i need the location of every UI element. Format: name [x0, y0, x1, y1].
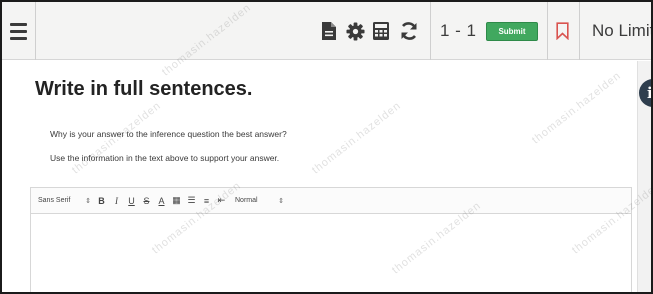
- calculator-icon[interactable]: [370, 20, 392, 42]
- answer-editor: Sans Serif ⇕ B I U S A ▦ ☰ ≡ ⇤ Normal ⇕: [30, 187, 632, 292]
- prompt-text: Use the information in the text above to…: [50, 153, 280, 163]
- font-family-select[interactable]: Sans Serif: [38, 188, 82, 214]
- question-range: 1 - 1: [440, 21, 477, 40]
- select-arrows-icon: ⇕: [85, 197, 91, 205]
- indent-button[interactable]: ⇤: [214, 188, 229, 214]
- editor-toolbar: Sans Serif ⇕ B I U S A ▦ ☰ ≡ ⇤ Normal ⇕: [31, 188, 631, 214]
- menu-button[interactable]: [2, 2, 36, 60]
- image-button[interactable]: ▦: [169, 188, 184, 214]
- select-arrows-icon: ⇕: [278, 197, 284, 205]
- gear-icon[interactable]: [344, 20, 366, 42]
- prompt-text: Why is your answer to the inference ques…: [50, 129, 287, 139]
- page-title: Write in full sentences.: [35, 78, 253, 100]
- toolbar-divider: [579, 2, 580, 60]
- bullet-list-button[interactable]: ≡: [199, 188, 214, 214]
- italic-button[interactable]: I: [109, 188, 124, 214]
- text-color-button[interactable]: A: [154, 188, 169, 214]
- document-icon[interactable]: [319, 20, 339, 42]
- font-size-select[interactable]: Normal: [235, 188, 275, 214]
- toolbar-divider: [547, 2, 548, 60]
- menu-icon-bar: [10, 22, 27, 26]
- answer-textarea[interactable]: [31, 214, 631, 292]
- app-frame: 1 - 1 Submit No Limit Write in full sent…: [0, 0, 653, 294]
- ordered-list-button[interactable]: ☰: [184, 188, 199, 214]
- bold-button[interactable]: B: [94, 188, 109, 214]
- time-limit-label: No Limit: [592, 21, 653, 40]
- submit-button[interactable]: Submit: [486, 22, 538, 41]
- strikethrough-button[interactable]: S: [139, 188, 154, 214]
- menu-icon-bar: [10, 36, 27, 40]
- question-content: Write in full sentences. Why is your ans…: [2, 61, 651, 292]
- toolbar-divider: [430, 2, 431, 60]
- bookmark-icon[interactable]: [554, 20, 570, 42]
- top-toolbar: 1 - 1 Submit No Limit: [2, 2, 653, 60]
- refresh-icon[interactable]: [397, 20, 421, 42]
- menu-icon-bar: [10, 29, 27, 33]
- underline-button[interactable]: U: [124, 188, 139, 214]
